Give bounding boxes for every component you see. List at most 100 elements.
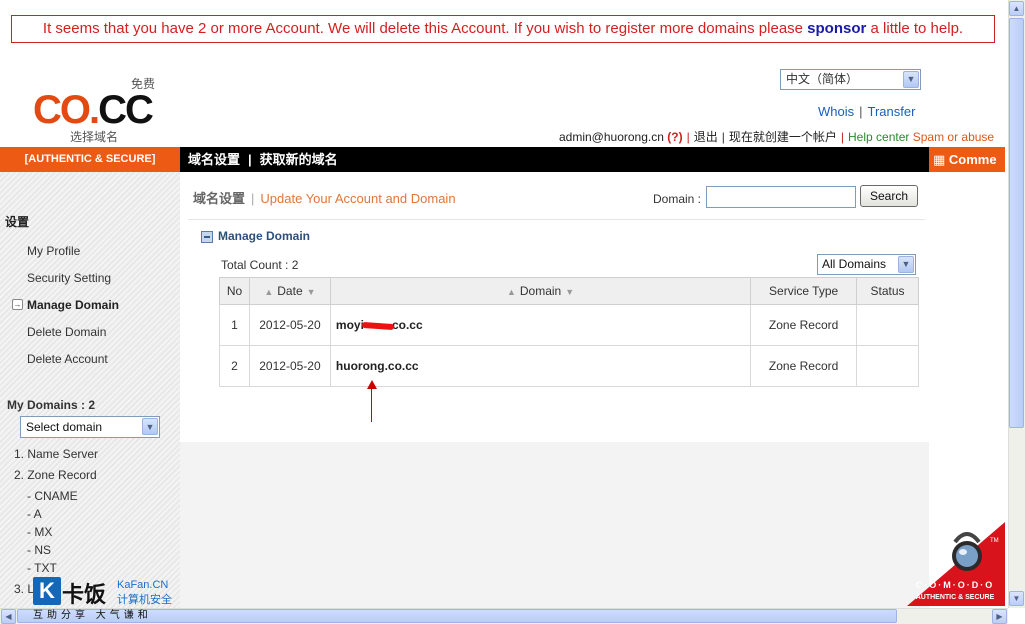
domain-search-label: Domain :: [653, 192, 702, 206]
breadcrumb-update-account[interactable]: Update Your Account and Domain: [260, 191, 455, 206]
sidebar-item-manage-domain[interactable]: Manage Domain: [27, 298, 119, 312]
select-domain-dropdown[interactable]: Select domain ▼: [20, 416, 160, 438]
comments-tab[interactable]: ▦ Comme: [929, 147, 1005, 172]
warning-text-before: It seems that you have 2 or more Account…: [42, 20, 808, 37]
user-line: admin@huorong.cn (?) | 退出 | 现在就创建一个帐户 | Help c…: [559, 130, 995, 144]
nav-get-new-domain[interactable]: 获取新的域名: [260, 152, 338, 167]
site-logo[interactable]: CO.CC: [33, 86, 154, 134]
row-domain[interactable]: moyi co.cc: [329, 304, 752, 346]
zone-item-zone-record[interactable]: 2. Zone Record: [14, 468, 97, 482]
watermark-name: 卡饭: [62, 582, 107, 607]
divider: [188, 219, 925, 220]
sort-down-icon[interactable]: ▼: [307, 287, 316, 297]
domain-filter-select[interactable]: All Domains ▼: [817, 254, 916, 275]
domain-table: No ▲ Date ▼ ▲ Domain ▼ Service Type Status 1…: [219, 277, 919, 387]
sort-up-icon[interactable]: ▲: [507, 287, 516, 297]
domain-search-input[interactable]: [706, 186, 856, 208]
watermark-en: KaFan.CN: [117, 579, 169, 591]
whois-link[interactable]: Whois: [818, 104, 854, 119]
scroll-up-icon[interactable]: ▲: [1009, 1, 1024, 16]
row-status: [856, 304, 919, 346]
sidebar-item-my-profile[interactable]: My Profile: [27, 244, 80, 258]
language-select[interactable]: 中文（简体） ▼: [780, 69, 921, 90]
transfer-link[interactable]: Transfer: [868, 104, 916, 119]
zone-item-ns[interactable]: - NS: [27, 543, 51, 557]
redaction-mark: [361, 321, 395, 330]
column-header-status: Status: [856, 277, 919, 305]
watermark-motto: 互助分享 大气谦和: [33, 610, 152, 621]
column-date-label: Date: [277, 284, 303, 298]
watermark-cn: 计算机安全: [117, 594, 172, 606]
column-header-domain[interactable]: ▲ Domain ▼: [329, 277, 752, 305]
table-row[interactable]: 2 2012-05-20 huorong.co.cc Zone Record: [219, 345, 919, 387]
zone-item-txt[interactable]: - TXT: [27, 561, 57, 575]
sidebar-item-delete-account[interactable]: Delete Account: [27, 352, 108, 366]
annotation-arrow-head: [367, 380, 377, 389]
sponsor-link[interactable]: sponsor: [807, 20, 866, 37]
row-status: [856, 345, 919, 387]
chevron-down-icon: ▼: [903, 71, 919, 88]
search-button[interactable]: Search: [860, 185, 918, 207]
comodo-tagline: AUTHENTIC & SECURE: [915, 594, 995, 601]
nav-domain-settings[interactable]: 域名设置: [188, 152, 240, 167]
chevron-down-icon: ▼: [142, 418, 158, 435]
logout-link[interactable]: 退出: [694, 130, 718, 144]
comodo-name: C·O·M·O·D·O: [915, 580, 995, 590]
expand-icon: →: [12, 299, 23, 310]
top-links-separator: |: [859, 104, 863, 119]
warning-text-after: a little to help.: [866, 20, 964, 37]
user-email: admin@huorong.cn: [559, 130, 664, 144]
scroll-down-icon[interactable]: ▼: [1009, 591, 1024, 606]
zone-item-3[interactable]: 3. L: [14, 582, 34, 596]
annotation-arrow: [371, 382, 372, 422]
main-nav: 域名设置 | 获取新的域名: [180, 147, 929, 172]
vertical-scroll-thumb[interactable]: [1009, 18, 1024, 428]
breadcrumb-domain-settings[interactable]: 域名设置: [193, 191, 245, 206]
logo-dot: .: [89, 88, 100, 132]
comodo-tm: TM: [990, 538, 999, 544]
sort-down-icon[interactable]: ▼: [565, 287, 574, 297]
create-account-link[interactable]: 现在就创建一个帐户: [729, 130, 837, 144]
row-date: 2012-05-20: [248, 304, 331, 346]
logo-subtitle: 选择域名: [70, 130, 119, 144]
total-count: Total Count : 2: [221, 258, 299, 272]
zone-item-a[interactable]: - A: [27, 507, 42, 521]
comments-label: Comme: [948, 152, 997, 167]
manage-domain-title: Manage Domain: [218, 229, 311, 243]
sort-up-icon[interactable]: ▲: [264, 287, 273, 297]
row-domain-suffix: co.cc: [391, 318, 423, 332]
sidebar-item-delete-domain[interactable]: Delete Domain: [27, 325, 106, 339]
zone-item-mx[interactable]: - MX: [27, 525, 52, 539]
column-domain-label: Domain: [519, 284, 562, 298]
table-header-row: No ▲ Date ▼ ▲ Domain ▼ Service Type Status: [219, 277, 919, 305]
logo-cc: CC: [98, 88, 154, 132]
row-no: 1: [219, 304, 250, 346]
domain-filter-value: All Domains: [822, 257, 887, 271]
scroll-right-icon[interactable]: ▶: [992, 609, 1007, 624]
table-row[interactable]: 1 2012-05-20 moyi co.cc Zone Record: [219, 304, 919, 346]
column-header-date[interactable]: ▲ Date ▼: [248, 277, 331, 305]
zone-item-name-server[interactable]: 1. Name Server: [14, 447, 98, 461]
sidebar-item-security-setting[interactable]: Security Setting: [27, 271, 111, 285]
authentic-secure-label: [AUTHENTIC & SECURE]: [0, 147, 180, 172]
top-links: Whois | Transfer: [818, 104, 915, 119]
nav-separator: |: [248, 152, 252, 167]
column-header-no: No: [219, 277, 250, 305]
spam-link[interactable]: Spam or abuse: [913, 130, 994, 144]
language-selected: 中文（简体）: [786, 72, 859, 86]
breadcrumb: 域名设置 | Update Your Account and Domain: [193, 188, 456, 207]
row-service-type: Zone Record: [750, 345, 858, 387]
row-domain[interactable]: huorong.co.cc: [329, 345, 752, 387]
logo-co: CO: [33, 88, 91, 132]
row-no: 2: [219, 345, 250, 387]
kafan-logo-icon: K: [33, 577, 61, 605]
row-service-type: Zone Record: [750, 304, 858, 346]
help-question-link[interactable]: (?): [667, 130, 682, 144]
collapse-icon[interactable]: [201, 231, 213, 243]
column-header-service-type: Service Type: [750, 277, 858, 305]
scroll-left-icon[interactable]: ◀: [1, 609, 16, 624]
breadcrumb-separator: |: [251, 191, 255, 206]
main-panel-bottom: [180, 442, 929, 608]
help-center-link[interactable]: Help center: [848, 130, 909, 144]
zone-item-cname[interactable]: - CNAME: [27, 489, 78, 503]
